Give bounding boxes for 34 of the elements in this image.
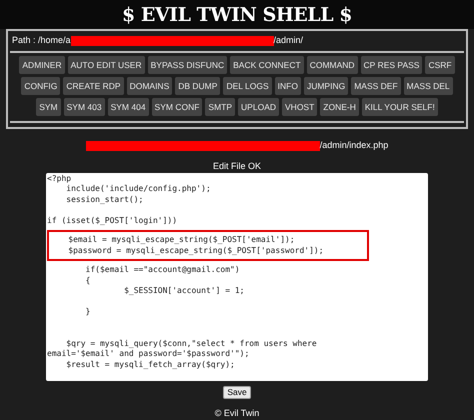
status-message: Edit File OK (212, 160, 261, 172)
tool-button[interactable]: CREATE RDP (63, 77, 124, 95)
tool-button[interactable]: SYM CONF (152, 98, 202, 116)
code-text: <?php include('include/config.php'); session_start(); if (isset($_POST['login'])) (47, 174, 212, 226)
code-editor[interactable] (46, 172, 428, 380)
tool-button[interactable]: CP RES PASS (360, 56, 422, 74)
save-button[interactable]: Save (223, 386, 251, 398)
tool-button[interactable]: MASS DEL (404, 77, 453, 95)
tool-button[interactable]: KILL YOUR SELF! (362, 98, 438, 116)
tool-button[interactable]: MASS DEF (351, 77, 401, 95)
tool-button[interactable]: ADMINER (19, 56, 65, 74)
tool-button[interactable]: AUTO EDIT USER (68, 56, 145, 74)
footer-text: © Evil Twin (214, 406, 260, 420)
tool-button[interactable]: CONFIG (21, 77, 60, 95)
code-text: if($email =="account@gmail.com") { $_SESSION['account'] = 1; } $qry = mysqli_query($conn,"select * from users where email='$email' and password='$password'"); $result = mysqli_fetch_array($qry); (47, 265, 318, 370)
tool-button[interactable]: SMTP (205, 98, 236, 116)
highlighted-code: $email = mysqli_escape_string($_POST['email']); $password = mysqli_escape_string($_POST['password']); (47, 230, 369, 262)
tool-button[interactable]: DEL LOGS (223, 77, 272, 95)
shell-title: $ EVIL TWIN SHELL $ (122, 3, 352, 27)
tool-button[interactable]: INFO (274, 77, 301, 95)
tool-button[interactable]: JUMPING (304, 77, 348, 95)
tool-button[interactable]: ZONE-H (320, 98, 359, 116)
tool-button[interactable]: SYM (36, 98, 61, 116)
tool-button[interactable]: DOMAINS (126, 77, 172, 95)
tool-button[interactable]: SYM 403 (64, 98, 105, 116)
tool-button[interactable]: COMMAND (306, 56, 358, 74)
tool-button[interactable]: VHOST (282, 98, 318, 116)
tool-button[interactable]: BYPASS DISFUNC (148, 56, 228, 74)
tool-button[interactable]: DB DUMP (175, 77, 220, 95)
path-text: Path : /home/a (12, 34, 71, 48)
tool-button[interactable]: BACK CONNECT (230, 56, 304, 74)
tool-button[interactable]: CSRF (425, 56, 455, 74)
tool-button[interactable]: SYM 404 (108, 98, 149, 116)
tool-button[interactable]: UPLOAD (238, 98, 280, 116)
